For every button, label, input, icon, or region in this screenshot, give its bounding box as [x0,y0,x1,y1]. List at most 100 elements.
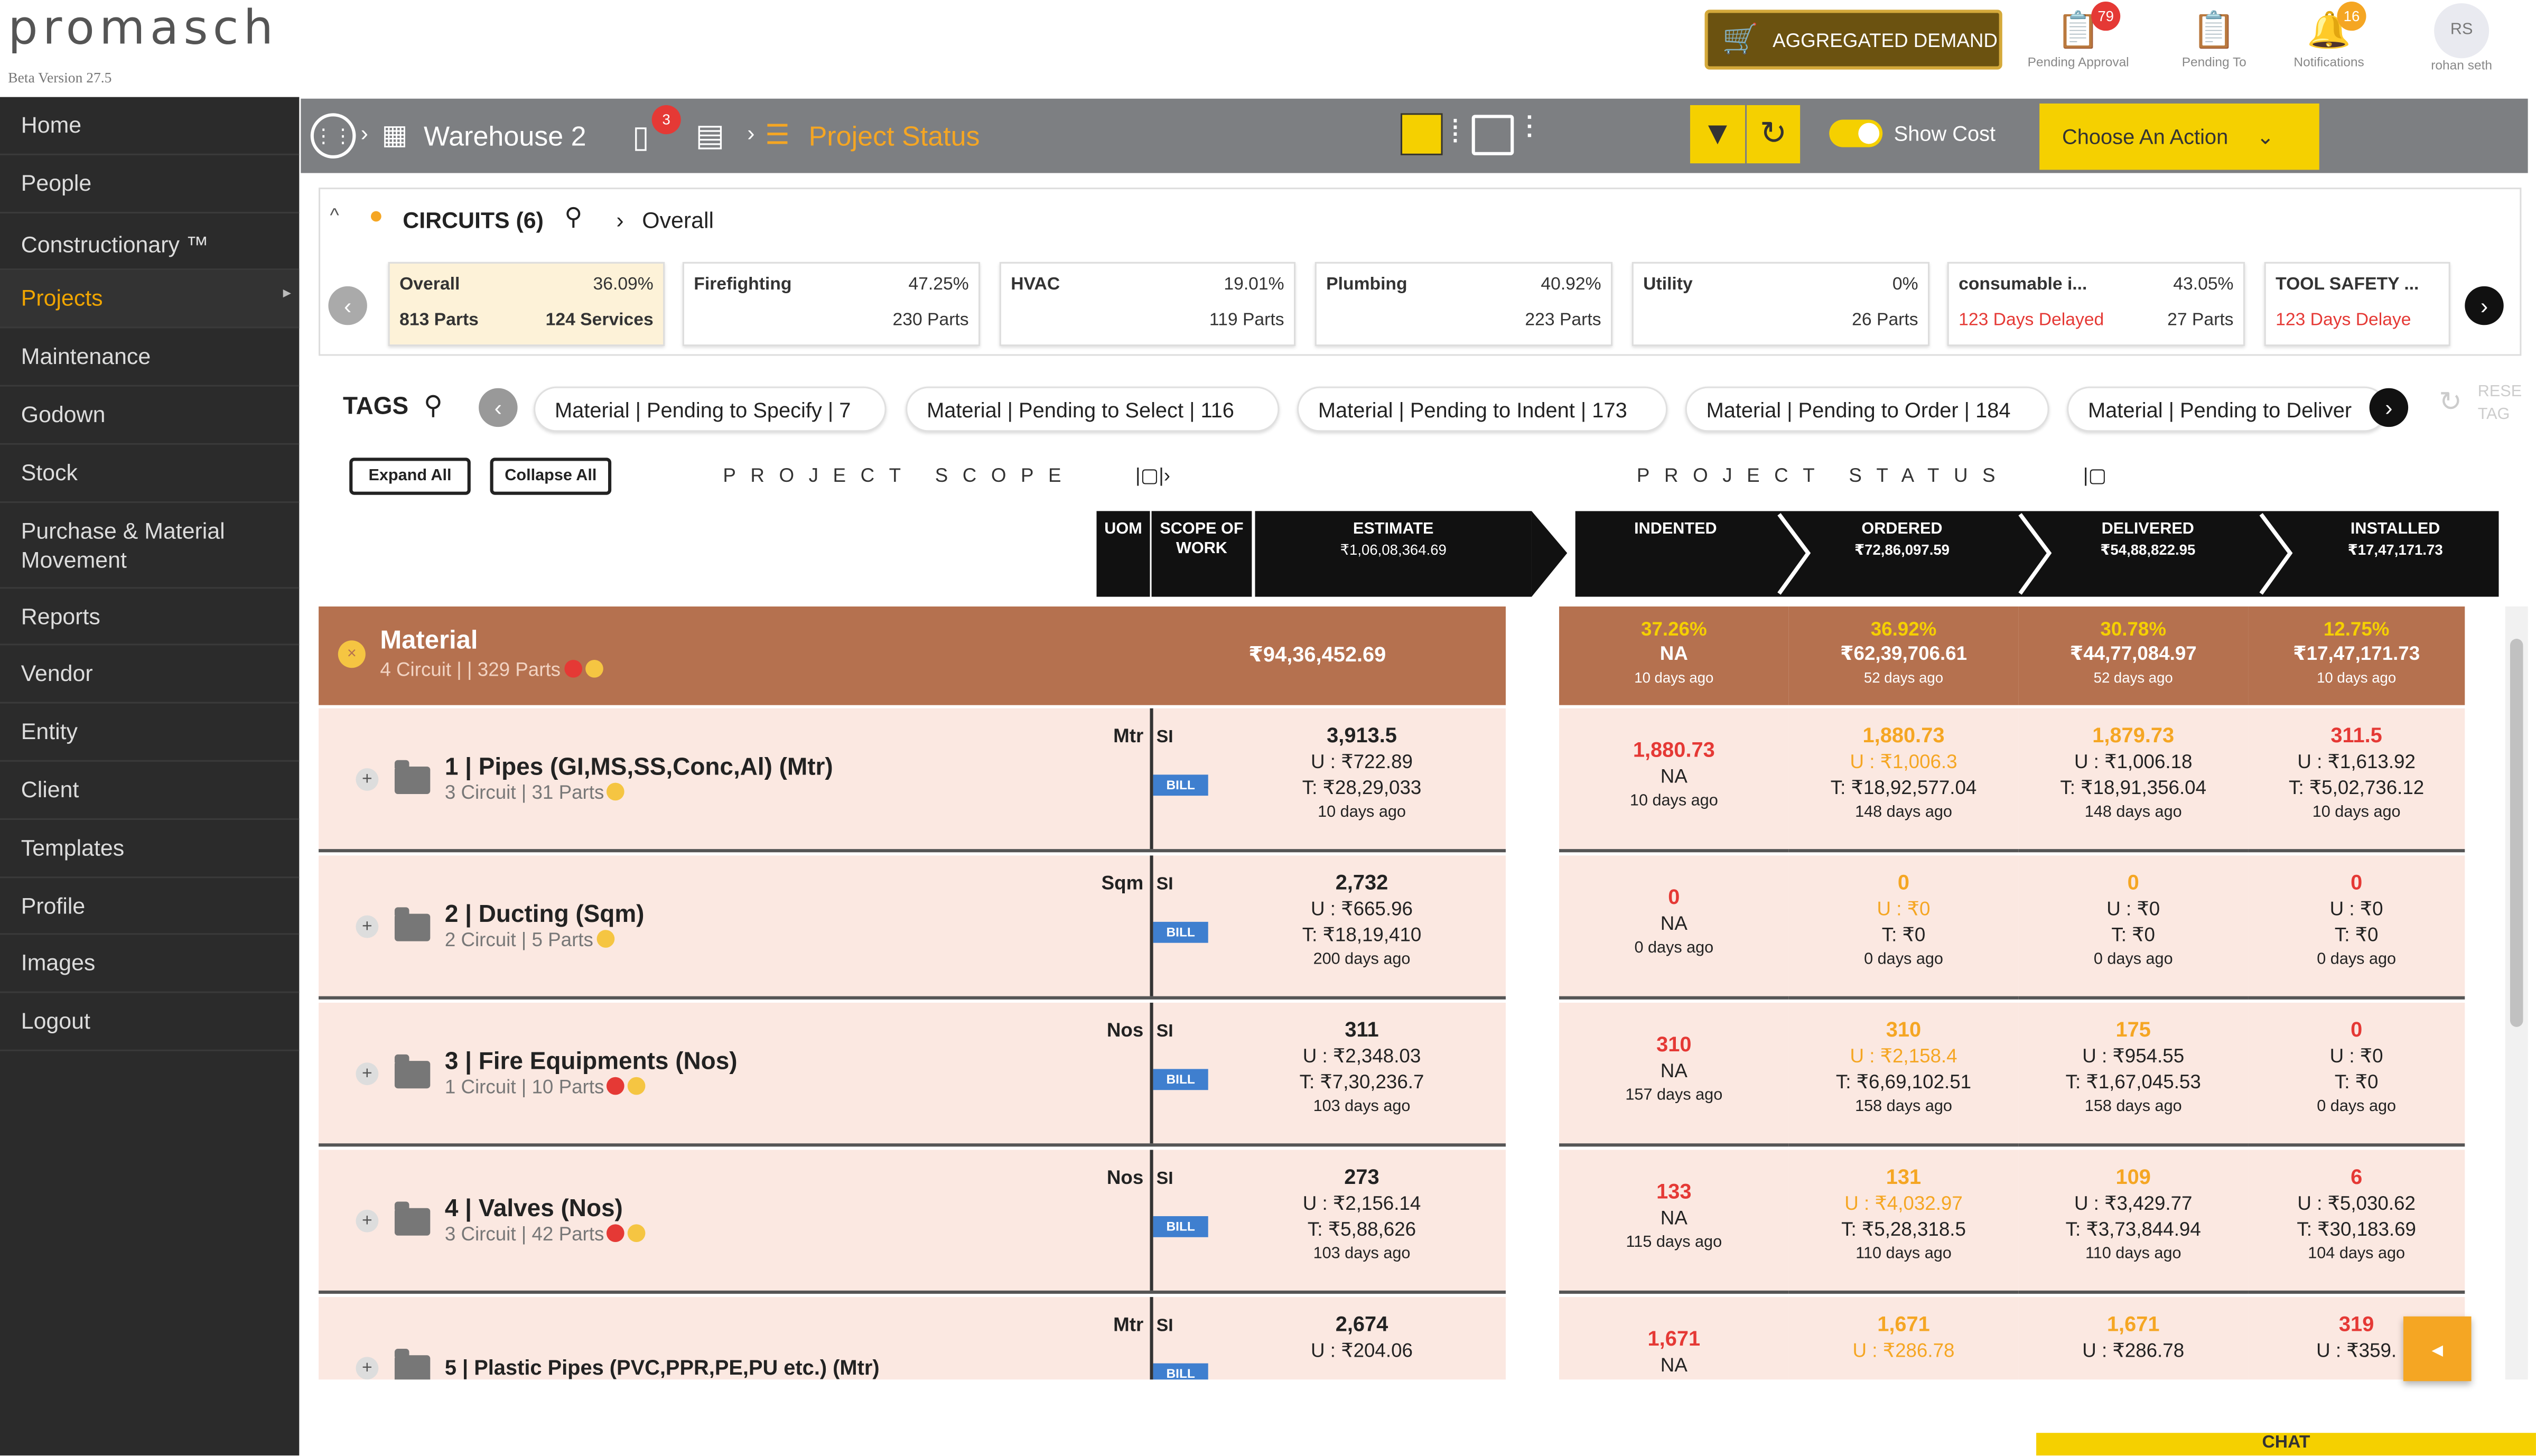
bill-badge[interactable]: BILL [1153,1069,1208,1090]
table-row[interactable]: + 3 | Fire Equipments (Nos) 1 Circuit | … [319,1002,1506,1147]
refresh-icon[interactable]: ↻ [1747,105,1801,164]
item-title[interactable]: 4 | Valves (Nos) [445,1195,623,1222]
collapse-group-icon[interactable]: × [338,640,366,668]
sidebar-item-projects[interactable]: Projects [0,270,300,329]
item-title[interactable]: 5 | Plastic Pipes (PVC,PPR,PE,PU etc.) (… [445,1355,880,1379]
chat-button[interactable]: CHAT [2036,1433,2536,1456]
expand-row-icon[interactable]: + [356,1209,379,1233]
image-icon[interactable] [1471,115,1514,155]
filter-icon[interactable]: ▼ [1690,105,1746,164]
tag-pending-indent[interactable]: Material | Pending to Indent | 173 [1297,386,1668,432]
ord-values: 0 U : ₹0 T: ₹0 0 days ago [1789,870,2019,974]
ins-values: 6 U : ₹5,030.62 T: ₹30,183.69 104 days a… [2248,1164,2465,1268]
circuit-card-plumbing[interactable]: Plumbing 40.92% 223 Parts [1314,262,1613,347]
show-cost-toggle[interactable] [1829,119,1883,147]
ind-unit: NA [1660,912,1687,935]
tags-next-icon[interactable]: › [2369,388,2409,427]
warning-dot [596,930,614,948]
app-logo[interactable]: promasch [8,0,278,55]
expand-row-icon[interactable]: + [356,915,379,938]
sidebar-item-logout[interactable]: Logout [0,993,300,1051]
apps-grid-icon[interactable]: ⋮⋮ [310,113,356,158]
bill-badge[interactable]: BILL [1153,1216,1208,1237]
sidebar-item-stock[interactable]: Stock [0,444,300,502]
table-row[interactable]: + 5 | Plastic Pipes (PVC,PPR,PE,PU etc.)… [319,1297,1506,1380]
sidebar-item-purchase[interactable]: Purchase & Material Movement [0,502,300,588]
sidebar-item-maintenance[interactable]: Maintenance [0,329,300,387]
choose-action-dropdown[interactable]: Choose An Action ⌄ [2039,103,2319,170]
sidebar-item-reports[interactable]: Reports [0,588,300,646]
ordered-value: ₹72,86,097.59 [1854,542,1950,558]
sidebar-item-entity[interactable]: Entity [0,704,300,762]
sidebar-item-templates[interactable]: Templates [0,819,300,878]
material-group-row[interactable]: × Material 4 Circuit | | 329 Parts ₹94,3… [319,606,1506,705]
table-row[interactable]: + 1 | Pipes (GI,MS,SS,Conc,Al) (Mtr) 3 C… [319,708,1506,853]
expand-row-icon[interactable]: + [356,1062,379,1086]
ins-values: 0 U : ₹0 T: ₹0 0 days ago [2248,870,2465,974]
collapse-chevron-icon[interactable]: ^ [330,204,339,227]
tags-search-icon[interactable]: ⚲ [424,390,443,422]
table-row[interactable]: + 4 | Valves (Nos) 3 Circuit | 42 Parts … [319,1150,1506,1294]
scope-toggle-icon[interactable]: |▢|› [1135,464,1170,487]
item-uom: Mtr [1113,724,1144,748]
expand-row-icon[interactable]: + [356,768,379,791]
col-scope-of-work: SCOPE OF WORK [1151,511,1252,597]
side-panel-toggle-icon[interactable]: ◂ [2403,1316,2472,1382]
tag-pending-order[interactable]: Material | Pending to Order | 184 [1685,386,2049,432]
notifications-button[interactable]: 🔔 16 Notifications [2272,2,2385,70]
tag-pending-specify[interactable]: Material | Pending to Specify | 7 [534,386,887,432]
sidebar-item-profile[interactable]: Profile [0,878,300,936]
reset-tags-icon[interactable]: ↻ [2439,387,2462,419]
circuit-card-overall[interactable]: Overall 36.09% 813 Parts 124 Services [388,262,665,347]
circuits-next-icon[interactable]: › [2465,286,2504,325]
pending-approval-button[interactable]: 📋 79 Pending Approval [2022,2,2135,70]
sidebar-item-people[interactable]: People [0,155,300,213]
bill-badge[interactable]: BILL [1153,921,1208,943]
pending-to-button[interactable]: 📋 Pending To [2158,6,2271,69]
circuit-card-tool-safety[interactable]: TOOL SAFETY ... 123 Days Delaye [2264,262,2450,347]
ind-values: 133 NA 115 days ago [1559,1179,1789,1257]
aggregated-demand-button[interactable]: 🛒 AGGREGATED DEMAND [1704,10,2002,70]
grid-view-icon[interactable] [1400,113,1443,155]
ord-days: 148 days ago [1855,804,1952,822]
stat-days: 52 days ago [1863,669,1944,686]
avatar[interactable]: RS [2434,3,2490,59]
sidebar-item-vendor[interactable]: Vendor [0,646,300,704]
circuit-card-firefighting[interactable]: Firefighting 47.25% 230 Parts [682,262,981,347]
table-row[interactable]: + 2 | Ducting (Sqm) 2 Circuit | 5 Parts … [319,855,1506,1000]
vertical-dots-icon[interactable]: ⁞ [1451,115,1460,152]
sidebar-item-client[interactable]: Client [0,762,300,820]
estimate-cell: 3,913.5 U : ₹722.89 T: ₹28,29,033 10 day… [1224,723,1499,826]
warehouse-label[interactable]: Warehouse 2 [424,122,586,154]
sidebar-item-home[interactable]: Home [0,97,300,155]
alert-dot [607,1077,626,1095]
estimate-cell: 273 U : ₹2,156.14 T: ₹5,88,626 103 days … [1224,1164,1499,1268]
chart-list-icon[interactable]: ⫶ [1525,111,1533,148]
breadcrumb[interactable]: Overall [642,207,714,233]
clipboard-check-icon[interactable]: ▤ [695,118,724,155]
circuit-card-utility[interactable]: Utility 0% 26 Parts [1631,262,1930,347]
bill-badge[interactable]: BILL [1153,774,1208,796]
clipboard-icon[interactable]: ▯ [632,120,649,157]
sidebar-item-constructionary[interactable]: Constructionary ™ [0,213,300,271]
bill-badge[interactable]: BILL [1153,1363,1208,1380]
expand-all-button[interactable]: Expand All [349,458,471,495]
scrollbar-thumb[interactable] [2510,639,2523,1027]
tag-pending-select[interactable]: Material | Pending to Select | 116 [906,386,1280,432]
circuits-prev-icon[interactable]: ‹ [328,286,367,325]
search-icon[interactable]: ⚲ [564,202,582,231]
sidebar-item-godown[interactable]: Godown [0,387,300,445]
scrollbar[interactable] [2505,606,2528,1380]
sidebar-item-images[interactable]: Images [0,935,300,994]
item-title[interactable]: 3 | Fire Equipments (Nos) [445,1048,738,1076]
status-toggle-icon[interactable]: |▢ [2083,464,2106,487]
collapse-all-button[interactable]: Collapse All [490,458,612,495]
expand-row-icon[interactable]: + [356,1357,379,1380]
reset-tags-label[interactable]: RESE TAG [2478,381,2526,427]
item-title[interactable]: 1 | Pipes (GI,MS,SS,Conc,Al) (Mtr) [445,754,833,781]
circuit-card-hvac[interactable]: HVAC 19.01% 119 Parts [999,262,1296,347]
tag-pending-deliver[interactable]: Material | Pending to Deliver [2067,386,2388,432]
circuit-card-consumable[interactable]: consumable i... 43.05% 123 Days Delayed … [1947,262,2245,347]
tags-prev-icon[interactable]: ‹ [479,388,518,427]
item-title[interactable]: 2 | Ducting (Sqm) [445,901,645,928]
